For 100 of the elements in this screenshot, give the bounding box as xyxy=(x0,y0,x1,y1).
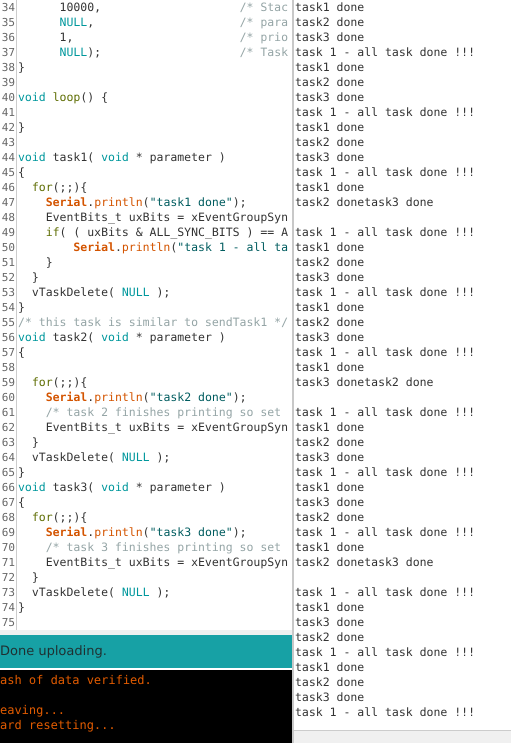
line-number: 69 xyxy=(0,525,16,540)
line-number: 46 xyxy=(0,180,16,195)
line-number: 56 xyxy=(0,330,16,345)
line-number: 38 xyxy=(0,60,16,75)
code-line: Serial.println("task 1 - all ta xyxy=(72,240,290,255)
serial-output-line: task3 donetask2 done xyxy=(294,375,434,390)
code-line: EventBits_t uxBits = xEventGroupSyn xyxy=(44,420,290,435)
console-line: ard resetting... xyxy=(0,718,117,733)
line-number: 66 xyxy=(0,480,16,495)
code-line: vTaskDelete( NULL ); xyxy=(30,585,172,600)
line-number: 71 xyxy=(0,555,16,570)
serial-output-line: task 1 - all task done !!! xyxy=(294,525,476,540)
line-number: 50 xyxy=(0,240,16,255)
code-line: { xyxy=(17,165,26,180)
code-line: vTaskDelete( NULL ); xyxy=(30,285,172,300)
serial-output-line: task1 done xyxy=(294,600,366,615)
code-line: 10000, /* Stac xyxy=(58,0,290,15)
line-number: 64 xyxy=(0,450,16,465)
serial-output-line: task 1 - all task done !!! xyxy=(294,405,476,420)
line-number: 43 xyxy=(0,135,16,150)
code-line: } xyxy=(17,465,26,480)
code-line: } xyxy=(30,270,40,285)
serial-output-line: task1 done xyxy=(294,60,366,75)
serial-output-line: task1 done xyxy=(294,0,366,15)
code-line: Serial.println("task3 done"); xyxy=(44,525,248,540)
line-number: 60 xyxy=(0,390,16,405)
serial-output-line: task2 done xyxy=(294,315,366,330)
code-line: if( ( uxBits & ALL_SYNC_BITS ) == A xyxy=(44,225,290,240)
line-number: 39 xyxy=(0,75,16,90)
serial-output-line: task 1 - all task done !!! xyxy=(294,105,476,120)
serial-output-line: task 1 - all task done !!! xyxy=(294,225,476,240)
line-number: 51 xyxy=(0,255,16,270)
code-line: { xyxy=(17,345,26,360)
code-line: 1, /* prio xyxy=(58,30,290,45)
serial-output-line: task3 done xyxy=(294,450,366,465)
code-line: for(;;){ xyxy=(30,510,88,525)
code-line: for(;;){ xyxy=(30,180,88,195)
code-line: /* this task is similar to sendTask1 */ xyxy=(17,315,290,330)
code-line: } xyxy=(17,600,26,615)
console-line: eaving... xyxy=(0,703,66,718)
code-line: EventBits_t uxBits = xEventGroupSyn xyxy=(44,210,290,225)
serial-output-line: task1 done xyxy=(294,180,366,195)
line-number: 63 xyxy=(0,435,16,450)
line-number: 65 xyxy=(0,465,16,480)
line-number: 47 xyxy=(0,195,16,210)
line-number: 67 xyxy=(0,495,16,510)
serial-output-line: task 1 - all task done !!! xyxy=(294,585,476,600)
serial-output-line: task 1 - all task done !!! xyxy=(294,285,476,300)
serial-output-line: task1 done xyxy=(294,240,366,255)
serial-output-line: task3 done xyxy=(294,330,366,345)
code-line: void task2( void * parameter ) xyxy=(17,330,227,345)
serial-output-line: task2 done xyxy=(294,135,366,150)
line-number: 53 xyxy=(0,285,16,300)
serial-output-line: task 1 - all task done !!! xyxy=(294,165,476,180)
status-message: Done uploading. xyxy=(0,635,292,668)
code-line: } xyxy=(17,300,26,315)
line-number: 54 xyxy=(0,300,16,315)
serial-output-line: task2 done xyxy=(294,435,366,450)
code-line: } xyxy=(17,120,26,135)
line-number: 49 xyxy=(0,225,16,240)
serial-output-line: task 1 - all task done !!! xyxy=(294,465,476,480)
code-line: } xyxy=(30,435,40,450)
serial-output-line: task1 done xyxy=(294,300,366,315)
serial-output-line: task1 done xyxy=(294,420,366,435)
line-number: 58 xyxy=(0,360,16,375)
line-number: 52 xyxy=(0,270,16,285)
serial-output-line: task3 done xyxy=(294,150,366,165)
line-number: 55 xyxy=(0,315,16,330)
serial-output-line: task2 done xyxy=(294,75,366,90)
code-line: NULL); /* Task xyxy=(58,45,290,60)
code-line: Serial.println("task2 done"); xyxy=(44,390,248,405)
serial-output-line: task2 donetask3 done xyxy=(294,195,434,210)
serial-output-line: task2 donetask3 done xyxy=(294,555,434,570)
line-number: 61 xyxy=(0,405,16,420)
line-number: 70 xyxy=(0,540,16,555)
console-line: ash of data verified. xyxy=(0,673,153,688)
serial-output-line: task1 done xyxy=(294,360,366,375)
code-line: void task3( void * parameter ) xyxy=(17,480,227,495)
serial-output-line: task1 done xyxy=(294,660,366,675)
code-line: Serial.println("task1 done"); xyxy=(44,195,248,210)
serial-output-line: task1 done xyxy=(294,540,366,555)
line-number: 35 xyxy=(0,15,16,30)
code-line: vTaskDelete( NULL ); xyxy=(30,450,172,465)
line-number: 62 xyxy=(0,420,16,435)
line-number: 34 xyxy=(0,0,16,15)
serial-output-line: task2 done xyxy=(294,630,366,645)
serial-output-line: task1 done xyxy=(294,480,366,495)
serial-output-line: task2 done xyxy=(294,15,366,30)
code-line: EventBits_t uxBits = xEventGroupSyn xyxy=(44,555,290,570)
line-number: 59 xyxy=(0,375,16,390)
code-line: for(;;){ xyxy=(30,375,88,390)
line-number: 44 xyxy=(0,150,16,165)
serial-output-line: task1 done xyxy=(294,120,366,135)
serial-output-line: task 1 - all task done !!! xyxy=(294,45,476,60)
line-number: 75 xyxy=(0,615,16,630)
code-line: { xyxy=(17,495,26,510)
code-line: /* task 2 finishes printing so set xyxy=(44,405,282,420)
line-number: 68 xyxy=(0,510,16,525)
line-number: 72 xyxy=(0,570,16,585)
code-line: NULL, /* para xyxy=(58,15,290,30)
